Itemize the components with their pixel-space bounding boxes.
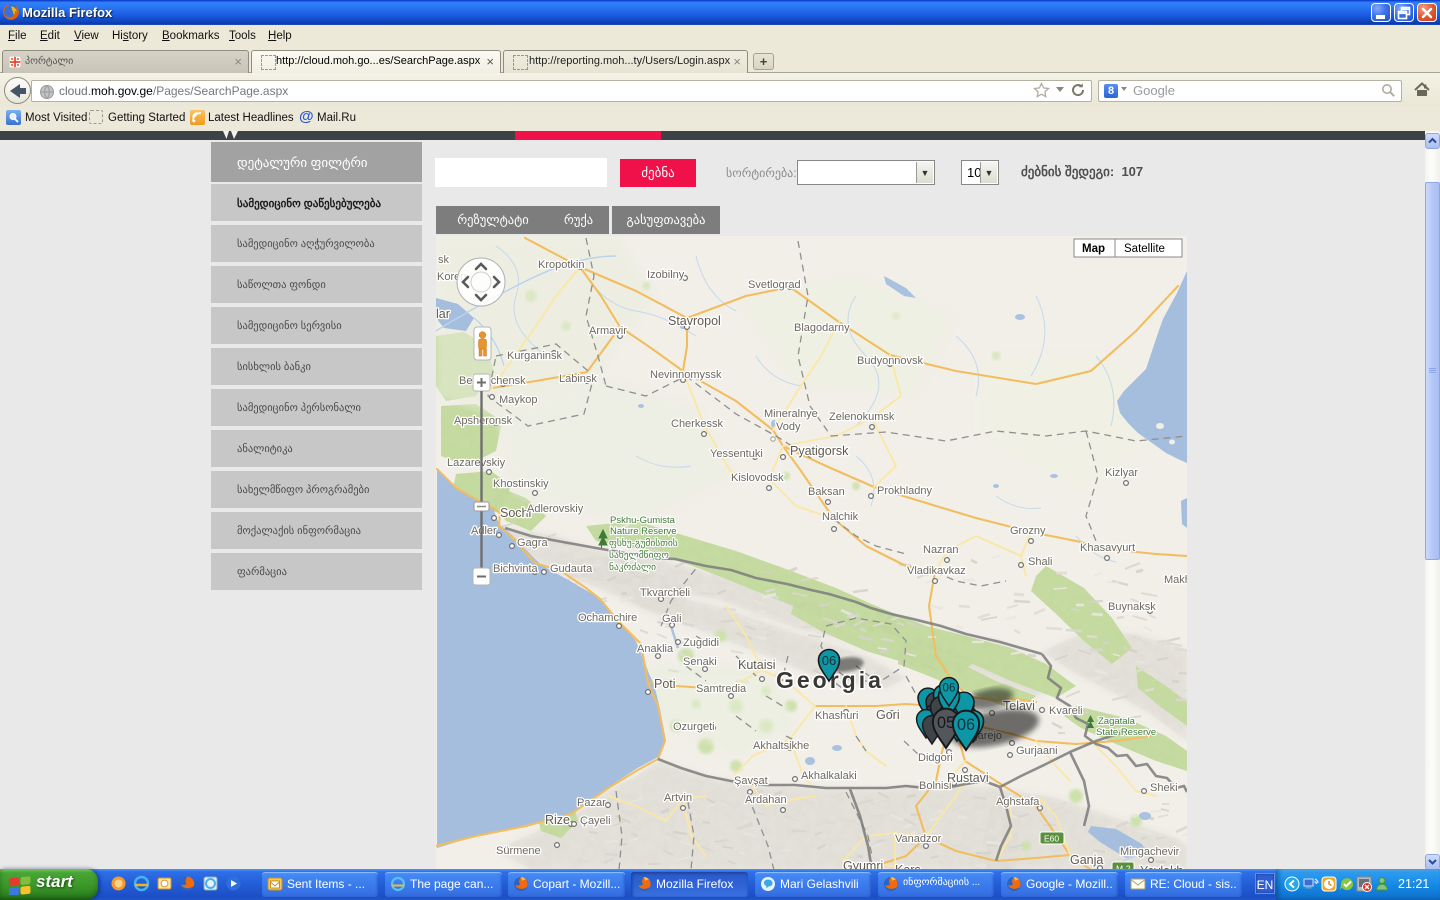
svg-text:Cherkessk: Cherkessk <box>671 418 723 430</box>
svg-text:Armavir: Armavir <box>589 325 627 337</box>
svg-text:Sheki: Sheki <box>1150 782 1178 794</box>
svg-text:Ochamchire: Ochamchire <box>578 612 637 624</box>
svg-text:Buynaksk: Buynaksk <box>1108 601 1156 613</box>
svg-text:Nazran: Nazran <box>923 544 958 556</box>
svg-text:Sürmene: Sürmene <box>496 845 541 857</box>
svg-text:Vanadzor: Vanadzor <box>895 833 942 845</box>
svg-text:06: 06 <box>942 682 955 695</box>
svg-text:Pskhu-Gumista: Pskhu-Gumista <box>610 515 676 526</box>
svg-text:Şavşat: Şavşat <box>734 775 768 787</box>
svg-text:Gudauta: Gudauta <box>550 563 593 575</box>
svg-text:Artvin: Artvin <box>664 792 692 804</box>
svg-text:State Reserve: State Reserve <box>1096 727 1156 738</box>
svg-text:Kvareli: Kvareli <box>1049 705 1083 717</box>
svg-text:Shali: Shali <box>1028 556 1052 568</box>
svg-text:Akhaltsikhe: Akhaltsikhe <box>753 740 809 752</box>
svg-text:Gagra: Gagra <box>517 537 548 549</box>
svg-text:Senaki: Senaki <box>683 656 717 668</box>
svg-text:Didgori: Didgori <box>918 752 953 764</box>
svg-text:Gali: Gali <box>662 613 682 625</box>
svg-text:Anaklia: Anaklia <box>637 643 674 655</box>
svg-text:Gurjaani: Gurjaani <box>1016 745 1058 757</box>
svg-text:Rize: Rize <box>545 813 570 827</box>
svg-text:Vody: Vody <box>776 421 801 433</box>
svg-text:E60: E60 <box>1044 834 1059 844</box>
svg-text:Mingachevir: Mingachevir <box>1120 846 1180 858</box>
svg-text:Pyatigorsk: Pyatigorsk <box>790 444 849 458</box>
svg-text:Kutaisi: Kutaisi <box>738 658 776 672</box>
svg-text:Akhalkalaki: Akhalkalaki <box>801 770 857 782</box>
svg-text:Rustavi: Rustavi <box>947 771 989 785</box>
svg-text:sk: sk <box>438 254 450 266</box>
svg-text:Blagodarny: Blagodarny <box>794 322 850 334</box>
svg-text:Samtredia: Samtredia <box>696 683 747 695</box>
svg-text:Nature Reserve: Nature Reserve <box>610 526 677 537</box>
svg-text:Kislovodsk: Kislovodsk <box>731 472 784 484</box>
svg-text:Nalchik: Nalchik <box>822 511 859 523</box>
svg-text:Gori: Gori <box>876 708 900 722</box>
svg-text:Stavropol: Stavropol <box>668 314 721 328</box>
svg-text:Grozny: Grozny <box>1010 525 1046 537</box>
svg-text:Kizlyar: Kizlyar <box>1105 467 1138 479</box>
svg-text:Ardahan: Ardahan <box>745 794 787 806</box>
svg-text:Prokhladny: Prokhladny <box>877 485 933 497</box>
svg-text:Ganja: Ganja <box>1070 853 1103 867</box>
svg-text:Pazar: Pazar <box>577 797 606 809</box>
svg-text:Çayeli: Çayeli <box>580 815 611 827</box>
svg-text:Adler: Adler <box>471 525 497 537</box>
svg-text:Satellite: Satellite <box>1124 243 1165 255</box>
svg-text:Nevinnomyssk: Nevinnomyssk <box>650 369 722 381</box>
svg-text:Labinsk: Labinsk <box>559 373 597 385</box>
svg-text:Belorechensk: Belorechensk <box>459 375 526 387</box>
svg-text:ნაკრძალი: ნაკრძალი <box>609 561 656 573</box>
svg-text:Ozurgeti: Ozurgeti <box>673 721 715 733</box>
svg-text:Svetlograd: Svetlograd <box>748 279 801 291</box>
svg-text:ფსხუ-გუმისთის: ფსხუ-გუმისთის <box>609 537 678 549</box>
svg-text:Gyumri: Gyumri <box>843 859 883 869</box>
svg-text:06: 06 <box>957 716 975 734</box>
svg-text:Zagatala: Zagatala <box>1098 716 1136 727</box>
svg-text:Aghstafa: Aghstafa <box>996 796 1040 808</box>
svg-text:Map: Map <box>1082 243 1105 255</box>
svg-text:Khasavyurt: Khasavyurt <box>1080 542 1135 554</box>
svg-text:Mineralnye: Mineralnye <box>764 408 818 420</box>
svg-text:Baksan: Baksan <box>808 486 845 498</box>
svg-text:Budyonnovsk: Budyonnovsk <box>857 355 924 367</box>
svg-text:Zelenokumsk: Zelenokumsk <box>829 411 895 423</box>
svg-text:Vladikavkaz: Vladikavkaz <box>907 565 966 577</box>
svg-text:Tkvarcheli: Tkvarcheli <box>640 587 690 599</box>
svg-text:Yessentuki: Yessentuki <box>710 448 763 460</box>
svg-text:Makha: Makha <box>1164 574 1187 586</box>
svg-text:06: 06 <box>822 653 836 668</box>
svg-text:Kurganinsk: Kurganinsk <box>507 350 563 362</box>
svg-text:Khostinskiy: Khostinskiy <box>493 478 549 490</box>
svg-text:Lazarevskiy: Lazarevskiy <box>447 457 506 469</box>
svg-text:Kropotkin: Kropotkin <box>538 259 584 271</box>
svg-text:Izobilny: Izobilny <box>647 269 685 281</box>
svg-text:Khashuri: Khashuri <box>815 710 858 722</box>
svg-text:Maykop: Maykop <box>499 394 538 406</box>
svg-text:lar: lar <box>436 307 450 321</box>
svg-text:Adlerovskiy: Adlerovskiy <box>527 503 584 515</box>
svg-text:Apsheronsk: Apsheronsk <box>454 415 513 427</box>
svg-text:Zugdidi: Zugdidi <box>683 637 719 649</box>
svg-text:სახელმწიფო: სახელმწიფო <box>609 549 669 561</box>
svg-text:Poti: Poti <box>654 677 676 691</box>
svg-text:Bichvinta: Bichvinta <box>493 563 539 575</box>
